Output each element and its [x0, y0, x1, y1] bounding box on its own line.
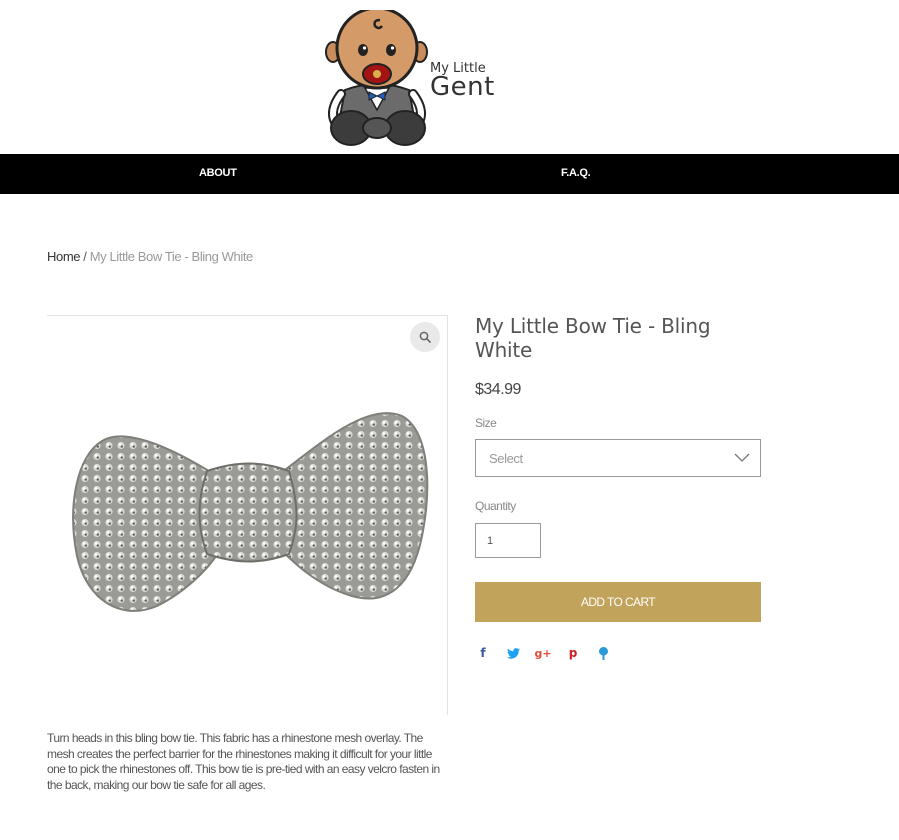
breadcrumb-current: My Little Bow Tie - Bling White — [89, 249, 254, 264]
quantity-label: Quantity — [475, 499, 516, 513]
bow-tie-product-image[interactable] — [67, 396, 432, 626]
nav-faq-link[interactable]: F.A.Q. — [561, 167, 591, 179]
size-select[interactable]: Select — [475, 439, 761, 477]
brand-line-2: Gent — [430, 72, 495, 102]
facebook-icon[interactable]: f — [475, 645, 491, 661]
nav-about-link[interactable]: ABOUT — [199, 167, 237, 179]
social-share-bar: f g+ p — [475, 645, 611, 661]
zoom-button[interactable] — [410, 322, 440, 352]
size-label: Size — [475, 416, 497, 430]
main-nav: ABOUT F.A.Q. — [0, 154, 899, 194]
size-select-value: Select — [489, 451, 523, 466]
product-description: Turn heads in this bling bow tie. This f… — [47, 731, 440, 792]
site-logo[interactable]: My Little Gent — [325, 6, 500, 148]
fancy-icon[interactable] — [595, 645, 611, 661]
pinterest-icon[interactable]: p — [565, 645, 581, 661]
site-header: My Little Gent — [0, 0, 899, 154]
breadcrumb-home-link[interactable]: Home — [47, 249, 80, 264]
breadcrumb: Home / My Little Bow Tie - Bling White — [47, 249, 253, 264]
magnifier-icon — [419, 331, 431, 343]
breadcrumb-separator: / — [83, 249, 87, 264]
add-to-cart-button[interactable]: ADD TO CART — [475, 582, 761, 622]
brand-wordmark: My Little Gent — [430, 62, 495, 100]
twitter-bird-icon — [506, 647, 520, 659]
google-plus-icon[interactable]: g+ — [534, 645, 551, 661]
product-image-frame — [47, 315, 448, 715]
twitter-icon[interactable] — [505, 645, 521, 661]
chevron-down-icon — [734, 453, 750, 462]
product-title: My Little Bow Tie - Bling White — [475, 314, 711, 362]
quantity-input[interactable] — [475, 523, 541, 558]
baby-gent-logo-icon — [325, 6, 428, 146]
fancy-tag-icon — [598, 646, 608, 660]
product-price: $34.99 — [475, 381, 521, 398]
